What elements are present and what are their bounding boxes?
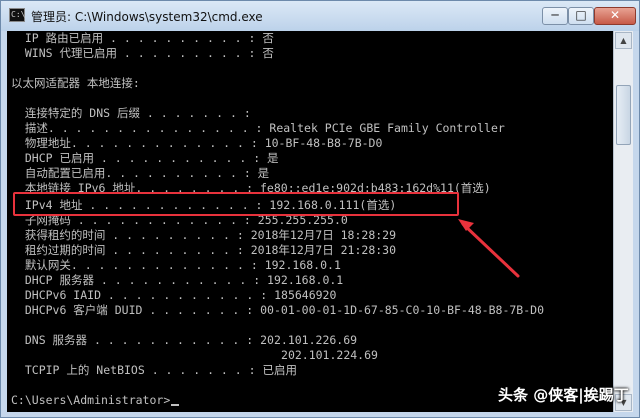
watermark-text: 头条 @侠客|挨踢丁 (498, 386, 629, 404)
red-arrow-icon (458, 219, 520, 278)
